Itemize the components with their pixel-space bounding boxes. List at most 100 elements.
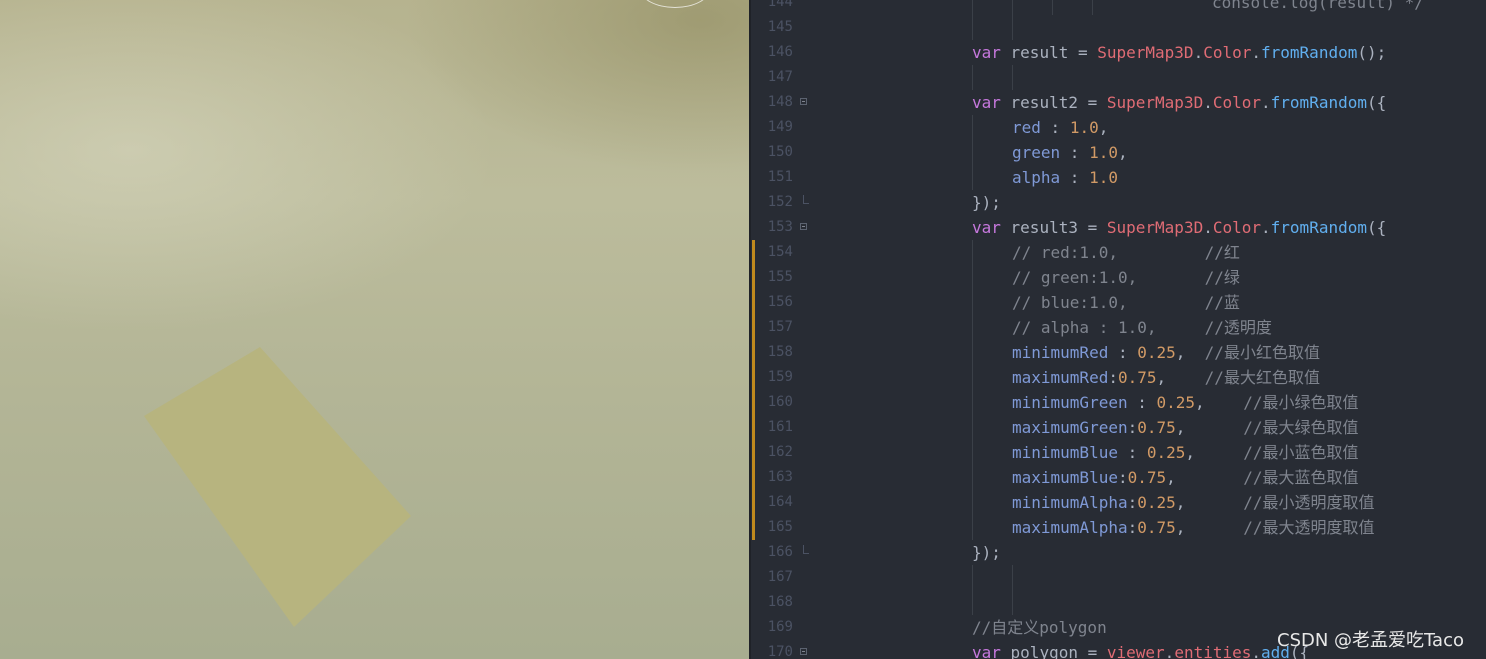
code-token: , xyxy=(1175,518,1244,537)
code-line[interactable]: 157 // alpha : 1.0, //透明度 xyxy=(751,315,1486,340)
code-text[interactable]: // green:1.0, //绿 xyxy=(1012,265,1240,290)
code-token: //最小红色取值 xyxy=(1204,343,1320,362)
code-token: //最小透明度取值 xyxy=(1243,493,1375,512)
code-token: . xyxy=(1193,43,1204,62)
line-number: 163 xyxy=(767,469,793,485)
code-token: //最大透明度取值 xyxy=(1243,518,1375,537)
code-text[interactable]: minimumRed : 0.25, //最小红色取值 xyxy=(1012,340,1320,365)
code-line[interactable]: 167 xyxy=(751,565,1486,590)
code-text[interactable]: // red:1.0, //红 xyxy=(1012,240,1240,265)
indent-guide xyxy=(1012,65,1013,90)
code-token: : xyxy=(1127,393,1157,412)
fold-toggle-icon[interactable] xyxy=(800,648,807,655)
code-line[interactable]: 161 maximumGreen:0.75, //最大绿色取值 xyxy=(751,415,1486,440)
code-token: maximumBlue xyxy=(1012,468,1118,487)
code-line[interactable]: 165 maximumAlpha:0.75, //最大透明度取值 xyxy=(751,515,1486,540)
code-text[interactable]: var polygon = viewer.entities.add({ xyxy=(972,640,1309,659)
code-text[interactable]: maximumGreen:0.75, //最大绿色取值 xyxy=(1012,415,1358,440)
code-line[interactable]: 152}); xyxy=(751,190,1486,215)
indent-guide xyxy=(972,290,973,315)
code-line[interactable]: 160 minimumGreen : 0.25, //最小绿色取值 xyxy=(751,390,1486,415)
code-line[interactable]: 166}); xyxy=(751,540,1486,565)
indent-guide xyxy=(972,340,973,365)
code-line[interactable]: 146 var result = SuperMap3D.Color.fromRan… xyxy=(751,40,1486,65)
code-text[interactable]: var result2 = SuperMap3D.Color.fromRando… xyxy=(972,90,1386,115)
code-line[interactable]: 155 // green:1.0, //绿 xyxy=(751,265,1486,290)
code-token: }); xyxy=(972,543,1001,562)
code-line[interactable]: 151 alpha : 1.0 xyxy=(751,165,1486,190)
code-line[interactable]: 159 maximumRed:0.75, //最大红色取值 xyxy=(751,365,1486,390)
code-token: 0.25 xyxy=(1146,443,1186,462)
code-text[interactable]: maximumRed:0.75, //最大红色取值 xyxy=(1012,365,1320,390)
code-token: , xyxy=(1195,393,1244,412)
code-line[interactable]: 163 maximumBlue:0.75, //最大蓝色取值 xyxy=(751,465,1486,490)
line-number: 152 xyxy=(767,194,793,210)
code-text[interactable]: maximumBlue:0.75, //最大蓝色取值 xyxy=(1012,465,1358,490)
indent-guide xyxy=(1012,565,1013,590)
code-token: 1.0 xyxy=(1089,143,1118,162)
code-token: : xyxy=(1127,518,1138,537)
code-text[interactable]: minimumBlue : 0.25, //最小蓝色取值 xyxy=(1012,440,1358,465)
code-text[interactable]: //自定义polygon xyxy=(972,615,1107,640)
code-token: //最大红色取值 xyxy=(1204,368,1320,387)
line-number: 156 xyxy=(767,294,793,310)
code-text[interactable]: minimumGreen : 0.25, //最小绿色取值 xyxy=(1012,390,1358,415)
indent-guide xyxy=(972,590,973,615)
code-token: , xyxy=(1185,443,1244,462)
code-text[interactable]: var result = SuperMap3D.Color.fromRandom… xyxy=(972,40,1386,65)
code-line[interactable]: 148 var result2 = SuperMap3D.Color.fromRa… xyxy=(751,90,1486,115)
line-number: 150 xyxy=(767,144,793,160)
line-number: 149 xyxy=(767,119,793,135)
code-line[interactable]: 164 minimumAlpha:0.25, //最小透明度取值 xyxy=(751,490,1486,515)
code-token: : xyxy=(1060,143,1090,162)
line-number: 168 xyxy=(767,594,793,610)
code-line[interactable]: 145 xyxy=(751,15,1486,40)
indent-guide xyxy=(1012,15,1013,40)
code-token: . xyxy=(1164,643,1175,659)
code-token: (); xyxy=(1357,43,1387,62)
fold-toggle-icon[interactable] xyxy=(800,223,807,230)
code-token: . xyxy=(1251,643,1262,659)
code-text[interactable]: maximumAlpha:0.75, //最大透明度取值 xyxy=(1012,515,1374,540)
code-text[interactable]: }); xyxy=(972,190,1001,215)
code-token: console.log(result) */ xyxy=(1212,0,1424,12)
code-text[interactable]: alpha : 1.0 xyxy=(1012,165,1118,190)
code-text[interactable]: minimumAlpha:0.25, //最小透明度取值 xyxy=(1012,490,1374,515)
code-token: polygon = xyxy=(1000,643,1107,659)
code-text[interactable]: // blue:1.0, //蓝 xyxy=(1012,290,1240,315)
code-line[interactable]: 158 minimumRed : 0.25, //最小红色取值 xyxy=(751,340,1486,365)
code-line[interactable]: 149 red : 1.0, xyxy=(751,115,1486,140)
line-number: 166 xyxy=(767,544,793,560)
code-token: fromRandom xyxy=(1270,93,1367,112)
code-token: var xyxy=(972,93,1001,112)
code-text[interactable]: console.log(result) */ xyxy=(1212,0,1424,15)
indent-guide xyxy=(972,15,973,40)
3d-viewer-canvas[interactable] xyxy=(0,0,750,659)
code-line[interactable]: 153 var result3 = SuperMap3D.Color.fromRa… xyxy=(751,215,1486,240)
code-line[interactable]: 154 // red:1.0, //红 xyxy=(751,240,1486,265)
code-token: // blue:1.0, //蓝 xyxy=(1012,293,1240,312)
code-text[interactable]: // alpha : 1.0, //透明度 xyxy=(1012,315,1272,340)
indent-guide xyxy=(1012,0,1013,15)
code-line[interactable]: 168 xyxy=(751,590,1486,615)
code-editor[interactable]: 144 console.log(result) */ 145 146 var resul… xyxy=(751,0,1486,659)
code-line[interactable]: 156 // blue:1.0, //蓝 xyxy=(751,290,1486,315)
fold-toggle-icon[interactable] xyxy=(800,98,807,105)
code-text[interactable]: green : 1.0, xyxy=(1012,140,1128,165)
code-token: // green:1.0, //绿 xyxy=(1012,268,1240,287)
code-line[interactable]: 162 minimumBlue : 0.25, //最小蓝色取值 xyxy=(751,440,1486,465)
code-token: : xyxy=(1108,343,1138,362)
line-number: 159 xyxy=(767,369,793,385)
code-line[interactable]: 147 xyxy=(751,65,1486,90)
code-token: //最大蓝色取值 xyxy=(1243,468,1359,487)
code-line[interactable]: 150 green : 1.0, xyxy=(751,140,1486,165)
line-number: 154 xyxy=(767,244,793,260)
code-token: : xyxy=(1117,468,1128,487)
code-text[interactable]: }); xyxy=(972,540,1001,565)
code-line[interactable]: 144 console.log(result) */ xyxy=(751,0,1486,15)
colored-polygon[interactable] xyxy=(144,347,411,627)
code-text[interactable]: red : 1.0, xyxy=(1012,115,1108,140)
csdn-watermark: CSDN @老孟爱吃Taco xyxy=(1277,630,1464,651)
code-token: maximumRed xyxy=(1012,368,1109,387)
code-text[interactable]: var result3 = SuperMap3D.Color.fromRando… xyxy=(972,215,1386,240)
